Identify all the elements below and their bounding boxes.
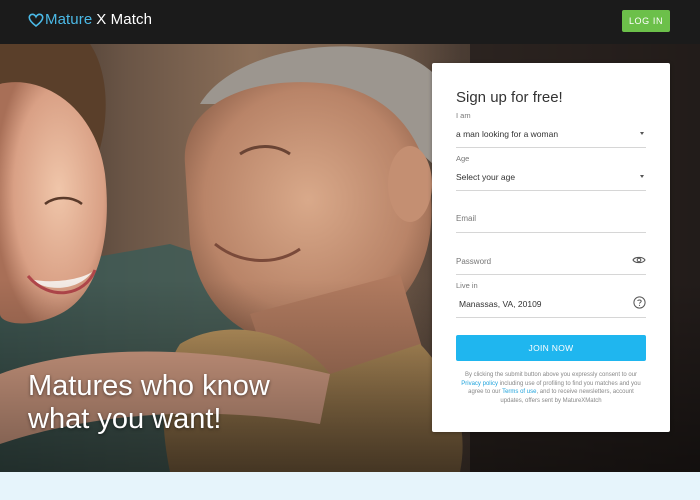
logo-text-primary: Mature xyxy=(45,11,93,28)
logo-text-secondary: X Match xyxy=(96,11,153,28)
hero-headline-line-2: what you want! xyxy=(28,403,222,435)
location-value: Manassas, VA, 20109 xyxy=(459,299,542,309)
join-now-button[interactable]: JOIN NOW xyxy=(456,335,646,361)
signup-form-card: Sign up for free! I am a man looking for… xyxy=(432,63,670,432)
terms-of-use-link[interactable]: Terms of use xyxy=(502,389,536,395)
email-label: Email xyxy=(456,214,477,223)
location-field[interactable]: Live in Manassas, VA, 20109 xyxy=(456,281,646,318)
legal-consent-text: By clicking the submit button above you … xyxy=(456,371,646,405)
gender-label: I am xyxy=(456,111,471,120)
location-label: Live in xyxy=(456,281,478,290)
caret-down-icon xyxy=(640,175,644,178)
privacy-policy-link[interactable]: Privacy policy xyxy=(461,381,498,387)
age-select[interactable]: Age Select your age xyxy=(456,154,646,191)
password-field[interactable]: Password xyxy=(456,245,646,275)
hero-headline: Matures who know what you want! xyxy=(28,370,270,436)
help-circle-icon[interactable] xyxy=(633,296,646,309)
age-value: Select your age xyxy=(456,172,516,182)
legal-text-1: By clicking the submit button above you … xyxy=(464,372,638,378)
age-label: Age xyxy=(456,154,470,163)
eye-icon[interactable] xyxy=(632,255,646,265)
password-label: Password xyxy=(456,257,492,266)
brand-logo[interactable]: Mature X Match xyxy=(28,11,152,28)
gender-value: a man looking for a woman xyxy=(456,129,559,139)
hero-headline-line-1: Matures who know xyxy=(28,370,270,402)
email-field[interactable]: Email xyxy=(456,203,646,233)
page-footer-strip xyxy=(0,472,700,500)
caret-down-icon xyxy=(640,132,644,135)
top-navigation-bar: Mature X Match LOG IN xyxy=(0,0,700,44)
heart-logo-icon xyxy=(28,12,44,27)
gender-select[interactable]: I am a man looking for a woman xyxy=(456,111,646,148)
login-button[interactable]: LOG IN xyxy=(622,10,670,32)
signup-title: Sign up for free! xyxy=(456,89,563,106)
